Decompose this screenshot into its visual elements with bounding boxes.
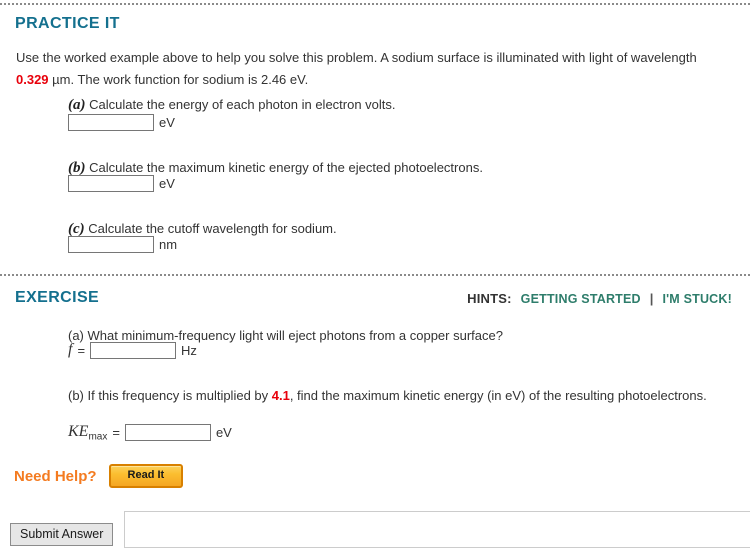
practice-part-c-answer-row: nm <box>68 236 177 253</box>
exercise-part-b-multiplier: 4.1 <box>271 388 290 403</box>
intro-text-before: Use the worked example above to help you… <box>16 50 697 65</box>
exercise-part-b-symbol-subscript: max <box>88 431 108 443</box>
need-help-label: Need Help? <box>14 467 97 485</box>
intro-text-after: µm. The work function for sodium is 2.46… <box>48 72 309 87</box>
exercise-section-title: EXERCISE <box>15 289 100 306</box>
exercise-part-b-symbol: KEmax <box>68 423 107 443</box>
part-c-text: Calculate the cutoff wavelength for sodi… <box>84 221 337 236</box>
part-a-label: (a) <box>68 97 86 113</box>
exercise-part-a-input[interactable] <box>90 341 177 359</box>
practice-part-c-input[interactable] <box>68 236 154 253</box>
part-b-label: (b) <box>68 160 86 176</box>
exercise-part-a-unit: Hz <box>181 342 197 358</box>
practice-exercise-page: PRACTICE IT Use the worked example above… <box>0 0 750 548</box>
exercise-part-a-symbol: f <box>68 341 73 358</box>
read-it-button[interactable]: Read It <box>108 464 184 488</box>
hints-bar: HINTS: GETTING STARTED | I'M STUCK! <box>467 291 732 306</box>
exercise-part-b-equals: = <box>112 425 120 441</box>
exercise-part-a-answer-row: f = Hz <box>68 341 197 359</box>
part-b-text: Calculate the maximum kinetic energy of … <box>85 160 483 175</box>
intro-wavelength-value: 0.329 <box>16 72 49 87</box>
divider-middle <box>0 274 750 276</box>
part-c-label: (c) <box>68 221 85 237</box>
exercise-part-b-text-before: (b) If this frequency is multiplied by <box>68 388 272 403</box>
practice-part-c-unit: nm <box>159 237 178 252</box>
exercise-part-b-prompt: (b) If this frequency is multiplied by 4… <box>68 385 723 406</box>
practice-part-b-unit: eV <box>159 176 175 191</box>
submit-answer-button[interactable]: Submit Answer <box>10 523 114 546</box>
exercise-part-b-text-after: , find the maximum kinetic energy (in eV… <box>289 388 707 403</box>
exercise-part-b-symbol-base: KE <box>68 423 89 440</box>
part-a-text: Calculate the energy of each photon in e… <box>85 97 396 112</box>
practice-section-title: PRACTICE IT <box>15 15 120 32</box>
exercise-part-b-answer-row: KEmax = eV <box>68 423 232 443</box>
practice-part-a-input[interactable] <box>68 114 154 131</box>
exercise-part-b-unit: eV <box>215 425 232 441</box>
divider-top <box>0 3 750 5</box>
hint-im-stuck-link[interactable]: I'M STUCK! <box>662 292 732 306</box>
practice-part-a-answer-row: eV <box>68 114 175 131</box>
practice-part-b-answer-row: eV <box>68 175 175 192</box>
hint-getting-started-link[interactable]: GETTING STARTED <box>521 292 641 306</box>
practice-part-a-prompt: (a) Calculate the energy of each photon … <box>68 95 396 115</box>
hints-separator: | <box>649 291 654 306</box>
exercise-part-a-equals: = <box>77 342 86 358</box>
exercise-part-b-input[interactable] <box>124 424 211 442</box>
practice-intro-text: Use the worked example above to help you… <box>16 47 722 91</box>
submit-panel <box>124 511 750 548</box>
need-help-row: Need Help? Read It <box>14 464 184 488</box>
practice-part-a-unit: eV <box>159 115 175 130</box>
hints-label: HINTS: <box>467 291 512 306</box>
practice-part-b-input[interactable] <box>68 175 154 192</box>
